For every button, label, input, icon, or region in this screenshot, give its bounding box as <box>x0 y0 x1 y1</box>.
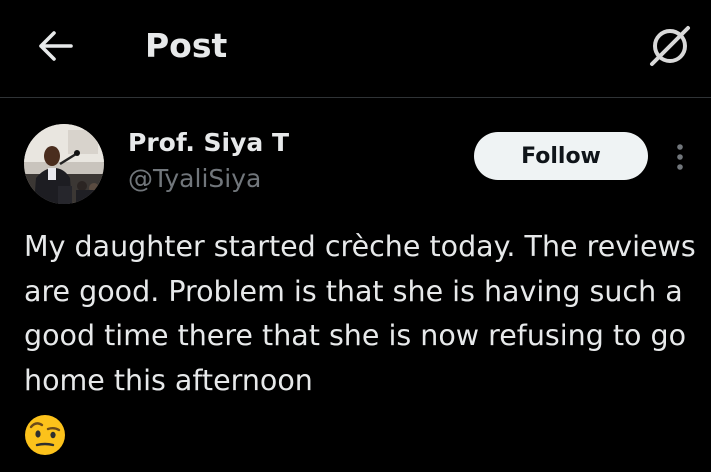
more-options-button[interactable] <box>664 138 696 176</box>
avatar[interactable] <box>24 124 104 204</box>
raised-eyebrow-emoji-icon <box>24 414 66 456</box>
author-handle[interactable]: @TyaliSiya <box>128 162 261 196</box>
profile-photo-icon <box>24 124 104 204</box>
top-bar: Post <box>0 0 711 98</box>
follow-button[interactable]: Follow <box>474 132 648 180</box>
grok-button[interactable] <box>644 20 696 72</box>
arrow-left-icon <box>39 31 73 61</box>
author-name[interactable]: Prof. Siya T <box>128 126 289 160</box>
page-title: Post <box>145 26 228 65</box>
back-button[interactable] <box>30 24 80 68</box>
post-text: My daughter started crèche today. The re… <box>24 230 696 397</box>
more-vertical-icon <box>677 144 683 170</box>
grok-icon <box>650 26 690 66</box>
